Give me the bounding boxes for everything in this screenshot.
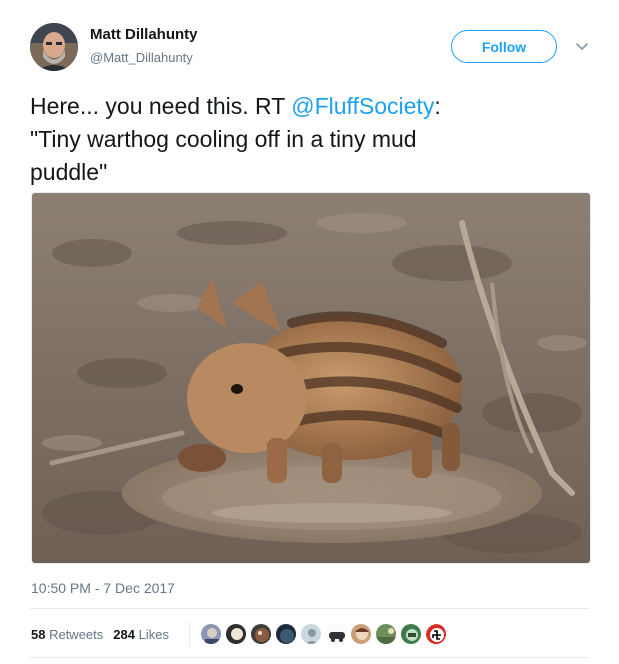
tweet-photo[interactable] [31,192,591,564]
liker-avatar[interactable] [374,623,397,645]
retweets-label: Retweets [45,626,104,642]
liker-avatar[interactable] [299,623,322,645]
user-name[interactable]: Matt Dillahunty [90,26,198,43]
mention-link[interactable]: @FluffSociety [291,93,434,119]
stats-separator [188,622,190,646]
retweets-stat[interactable]: 58 Retweets [31,627,103,642]
likes-stat[interactable]: 284 Likes [113,627,169,642]
avatar[interactable] [30,23,78,71]
liker-avatars [199,623,450,645]
liker-avatar[interactable] [199,623,222,645]
liker-avatar[interactable] [349,623,372,645]
likes-count: 284 [113,626,135,642]
tweet-text: Here... you need this. RT @FluffSociety:… [30,90,590,189]
chevron-down-icon[interactable] [572,36,592,56]
liker-avatar[interactable] [274,623,297,645]
liker-avatar[interactable] [249,623,272,645]
user-handle[interactable]: @Matt_Dillahunty [90,50,193,65]
tweet-card: Matt Dillahunty @Matt_Dillahunty Follow … [0,0,619,664]
tweet-text-prefix: Here... you need this. RT [30,93,292,119]
retweets-count: 58 [31,626,46,642]
tweet-text-suffix: : [434,93,441,119]
divider [30,657,590,658]
liker-avatar[interactable] [399,623,422,645]
likes-label: Likes [134,626,169,642]
liker-avatar[interactable] [424,623,447,645]
tweet-text-line-1: Here... you need this. RT @FluffSociety: [30,90,590,123]
liker-avatar[interactable] [324,623,347,645]
liker-avatar[interactable] [224,623,247,645]
tweet-timestamp[interactable]: 10:50 PM - 7 Dec 2017 [31,580,175,596]
follow-button[interactable]: Follow [451,30,557,63]
tweet-text-line-3: puddle" [30,159,108,185]
tweet-stats: 58 Retweets 284 Likes [31,622,450,646]
tweet-text-line-2: "Tiny warthog cooling off in a tiny mud [30,126,417,152]
divider [30,608,590,609]
